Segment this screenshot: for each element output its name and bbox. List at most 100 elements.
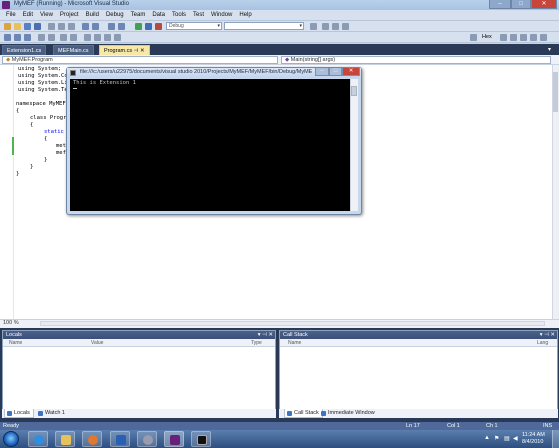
menu-test[interactable]: Test xyxy=(190,10,208,20)
navigate-back-icon[interactable] xyxy=(108,23,115,30)
properties-icon[interactable] xyxy=(332,23,339,30)
close-button[interactable]: ✕ xyxy=(531,0,557,9)
menu-edit[interactable]: Edit xyxy=(20,10,37,20)
zoom-level[interactable]: 100 % xyxy=(3,320,19,326)
menu-debug[interactable]: Debug xyxy=(103,10,128,20)
console-scrollbar[interactable] xyxy=(350,79,358,211)
show-hidden-icons-icon[interactable]: ▲ xyxy=(484,435,490,441)
step-over-icon[interactable] xyxy=(14,34,21,41)
indent-icon[interactable] xyxy=(60,34,67,41)
flag-icon[interactable]: ⚑ xyxy=(494,435,499,442)
save-icon[interactable] xyxy=(24,23,31,30)
type-combo[interactable]: ◆ MyMEF.Program xyxy=(2,56,278,64)
pane-options-icon[interactable]: ▾ ⊣ ✕ xyxy=(258,331,273,339)
solution-config-combo[interactable]: Debug ▾ xyxy=(166,22,222,30)
column-name[interactable]: Name xyxy=(288,339,301,347)
member-combo[interactable]: ◆ Main(string[] args) xyxy=(281,56,551,64)
save-all-icon[interactable] xyxy=(34,23,41,30)
taskbar-console[interactable] xyxy=(191,431,211,447)
hex-label[interactable]: Hex xyxy=(482,34,492,40)
tab-extension1[interactable]: Extension1.cs xyxy=(2,45,47,55)
bookmark-clear-icon[interactable] xyxy=(114,34,121,41)
redo-icon[interactable] xyxy=(92,23,99,30)
tab-program[interactable]: Program.cs ⊣ ✕ xyxy=(99,45,150,55)
solution-explorer-icon[interactable] xyxy=(322,23,329,30)
tab-locals[interactable]: Locals xyxy=(4,409,34,418)
stop-icon[interactable] xyxy=(155,23,162,30)
menu-window[interactable]: Window xyxy=(208,10,236,20)
taskbar-visual-studio[interactable] xyxy=(164,431,184,447)
outdent-icon[interactable] xyxy=(70,34,77,41)
console-minimize-button[interactable]: – xyxy=(315,68,329,76)
column-name[interactable]: Name xyxy=(9,339,22,347)
console-maximize-button[interactable]: □ xyxy=(329,68,342,76)
column-type[interactable]: Type xyxy=(251,339,262,347)
open-file-icon[interactable] xyxy=(14,23,21,30)
close-tab-icon[interactable]: ✕ xyxy=(140,48,145,54)
breakpoints-icon[interactable] xyxy=(500,34,507,41)
word-icon xyxy=(116,435,126,445)
minimize-button[interactable]: – xyxy=(489,0,511,9)
pin-icon[interactable]: ⊣ xyxy=(134,48,139,54)
console-screen[interactable] xyxy=(70,79,350,211)
hex-display-icon[interactable] xyxy=(470,34,477,41)
pause-icon[interactable] xyxy=(145,23,152,30)
menu-tools[interactable]: Tools xyxy=(169,10,190,20)
show-desktop-button[interactable] xyxy=(552,430,559,448)
volume-icon[interactable]: ◀ xyxy=(513,435,518,442)
platform-combo[interactable]: ▾ xyxy=(224,22,304,30)
menu-file[interactable]: File xyxy=(3,10,20,20)
pane-options-icon[interactable]: ▾ ⊣ ✕ xyxy=(540,331,555,339)
taskbar-app[interactable] xyxy=(137,431,157,447)
output-icon[interactable] xyxy=(510,34,517,41)
cut-icon[interactable] xyxy=(48,23,55,30)
uncomment-icon[interactable] xyxy=(48,34,55,41)
clock-time[interactable]: 11:24 AM xyxy=(522,432,545,438)
new-project-icon[interactable] xyxy=(4,23,11,30)
start-debugging-icon[interactable] xyxy=(135,23,142,30)
menu-project[interactable]: Project xyxy=(57,10,83,20)
tab-watch1[interactable]: Watch 1 xyxy=(36,409,68,418)
taskbar-explorer[interactable] xyxy=(55,431,75,447)
maximize-button[interactable]: □ xyxy=(511,0,531,9)
console-scroll-thumb[interactable] xyxy=(351,86,357,96)
tab-mefmain[interactable]: MEFMain.cs xyxy=(53,45,94,55)
disassembly-icon[interactable] xyxy=(540,34,547,41)
paste-icon[interactable] xyxy=(68,23,75,30)
network-icon[interactable]: ▤ xyxy=(504,435,510,442)
taskbar-ie[interactable] xyxy=(28,431,48,447)
tab-immediate-window[interactable]: Immediate Window xyxy=(319,409,378,418)
editor-scroll-thumb[interactable] xyxy=(553,72,558,112)
clock-date[interactable]: 8/4/2010 xyxy=(522,439,543,445)
menu-view[interactable]: View xyxy=(37,10,57,20)
start-button[interactable] xyxy=(3,431,19,447)
taskbar-word[interactable] xyxy=(110,431,130,447)
column-lang[interactable]: Lang xyxy=(537,339,548,347)
menu-build[interactable]: Build xyxy=(83,10,103,20)
bookmark-next-icon[interactable] xyxy=(104,34,111,41)
column-value[interactable]: Value xyxy=(91,339,103,347)
undo-icon[interactable] xyxy=(82,23,89,30)
tab-overflow-icon[interactable]: ▾ xyxy=(548,46,551,53)
menu-team[interactable]: Team xyxy=(128,10,150,20)
memory-icon[interactable] xyxy=(530,34,537,41)
status-text: Ready xyxy=(3,423,19,429)
bookmark-prev-icon[interactable] xyxy=(94,34,101,41)
navigate-forward-icon[interactable] xyxy=(118,23,125,30)
menu-help[interactable]: Help xyxy=(236,10,255,20)
threads-icon[interactable] xyxy=(520,34,527,41)
menu-data[interactable]: Data xyxy=(149,10,169,20)
comment-icon[interactable] xyxy=(38,34,45,41)
taskbar-media-player[interactable] xyxy=(82,431,102,447)
find-icon[interactable] xyxy=(310,23,317,30)
console-close-button[interactable]: ✕ xyxy=(342,68,360,76)
bookmark-icon[interactable] xyxy=(84,34,91,41)
step-into-icon[interactable] xyxy=(4,34,11,41)
step-out-icon[interactable] xyxy=(24,34,31,41)
internet-explorer-icon xyxy=(34,435,44,445)
tab-call-stack[interactable]: Call Stack xyxy=(284,409,323,418)
copy-icon[interactable] xyxy=(58,23,65,30)
editor-horizontal-scrollbar[interactable] xyxy=(40,321,545,326)
toolbox-icon[interactable] xyxy=(342,23,349,30)
callstack-title: Call Stack xyxy=(283,332,308,338)
